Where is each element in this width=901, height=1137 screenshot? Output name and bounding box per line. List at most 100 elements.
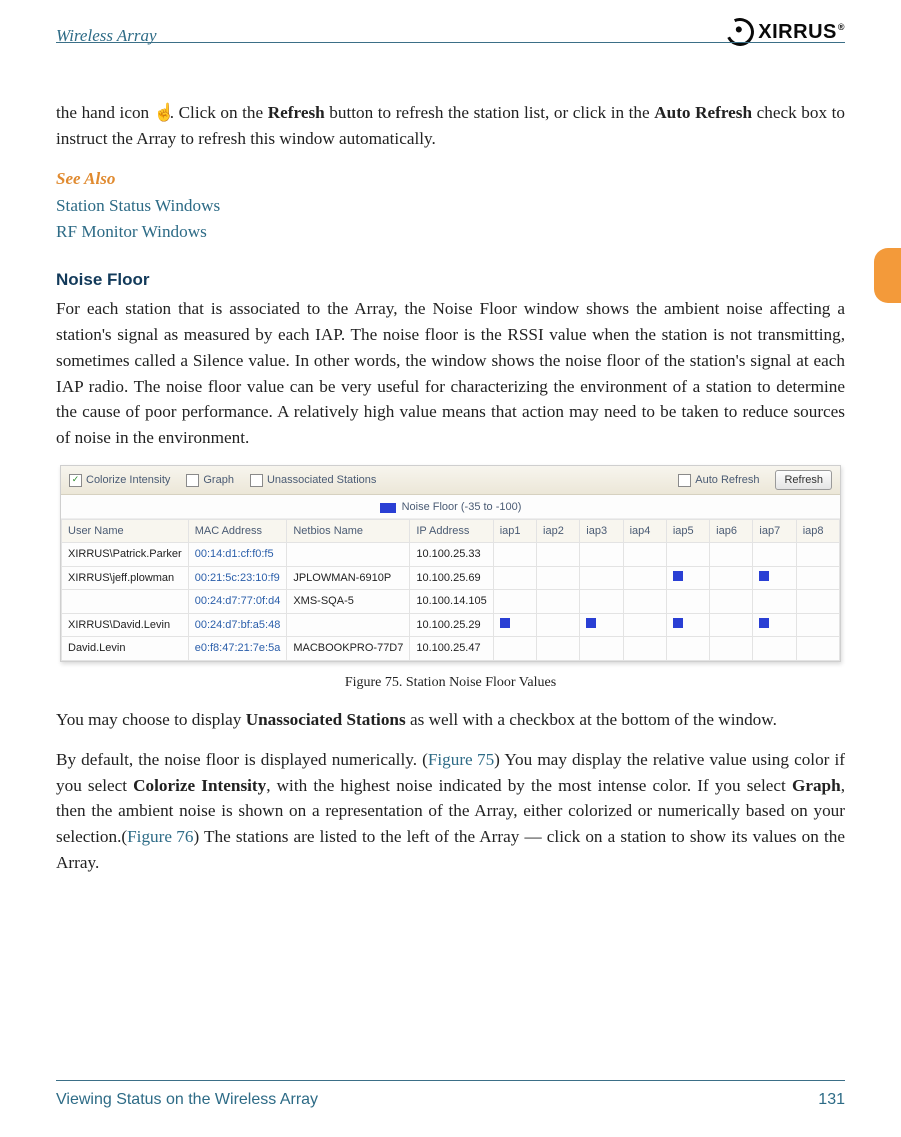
intro-paragraph: the hand icon ☝. Click on the Refresh bu… [56, 100, 845, 152]
iap-cell [580, 566, 623, 590]
cell: XIRRUS\David.Levin [62, 613, 189, 637]
noise-floor-paragraph: For each station that is associated to t… [56, 296, 845, 451]
cell: 10.100.25.33 [410, 543, 493, 567]
iap-cell [580, 543, 623, 567]
link-station-status[interactable]: Station Status Windows [56, 193, 220, 219]
iap-cell [710, 590, 753, 614]
check-colorize-intensity[interactable]: ✓Colorize Intensity [69, 472, 170, 489]
cell [287, 543, 410, 567]
cell [62, 590, 189, 614]
cell: 10.100.14.105 [410, 590, 493, 614]
iap-cell [537, 590, 580, 614]
section-tab [874, 248, 901, 303]
link-figure-75[interactable]: Figure 75 [428, 747, 494, 773]
iap-cell [753, 613, 796, 637]
iap-cell [537, 543, 580, 567]
doc-title: Wireless Array [56, 26, 157, 46]
iap-cell [623, 637, 666, 661]
footer-section-title: Viewing Status on the Wireless Array [56, 1091, 318, 1109]
iap-cell [666, 543, 709, 567]
iap-cell [796, 566, 839, 590]
cell: JPLOWMAN-6910P [287, 566, 410, 590]
check-auto-refresh[interactable]: Auto Refresh [678, 472, 759, 489]
col-iap2[interactable]: iap2 [537, 519, 580, 543]
noise-floor-legend: Noise Floor (-35 to -100) [61, 495, 840, 519]
cell: 10.100.25.69 [410, 566, 493, 590]
iap-cell [796, 543, 839, 567]
cell: XIRRUS\jeff.plowman [62, 566, 189, 590]
col-iap4[interactable]: iap4 [623, 519, 666, 543]
noise-floor-table: User Name MAC Address Netbios Name IP Ad… [61, 519, 840, 661]
noise-marker-icon [673, 571, 683, 581]
col-ip-address[interactable]: IP Address [410, 519, 493, 543]
iap-cell [623, 613, 666, 637]
cell: David.Levin [62, 637, 189, 661]
iap-cell [710, 543, 753, 567]
iap-cell [493, 543, 536, 567]
noise-marker-icon [673, 618, 683, 628]
iap-cell [537, 566, 580, 590]
cell: 10.100.25.29 [410, 613, 493, 637]
mac-link[interactable]: 00:24:d7:77:0f:d4 [188, 590, 287, 614]
iap-cell [580, 613, 623, 637]
cell: XMS-SQA-5 [287, 590, 410, 614]
section-heading-noise-floor: Noise Floor [56, 267, 845, 293]
check-unassociated-stations[interactable]: Unassociated Stations [250, 472, 376, 489]
iap-cell [796, 637, 839, 661]
iap-cell [753, 637, 796, 661]
col-user-name[interactable]: User Name [62, 519, 189, 543]
brand-name: XIRRUS® [758, 21, 845, 44]
noise-marker-icon [586, 618, 596, 628]
col-mac-address[interactable]: MAC Address [188, 519, 287, 543]
iap-cell [666, 590, 709, 614]
mac-link[interactable]: e0:f8:47:21:7e:5a [188, 637, 287, 661]
unassoc-paragraph: You may choose to display Unassociated S… [56, 707, 845, 733]
iap-cell [623, 543, 666, 567]
iap-cell [493, 613, 536, 637]
noise-marker-icon [759, 571, 769, 581]
col-iap1[interactable]: iap1 [493, 519, 536, 543]
iap-cell [666, 613, 709, 637]
col-netbios-name[interactable]: Netbios Name [287, 519, 410, 543]
iap-cell [493, 590, 536, 614]
cell: 10.100.25.47 [410, 637, 493, 661]
footer-rule [56, 1080, 845, 1081]
col-iap6[interactable]: iap6 [710, 519, 753, 543]
table-row: David.Levine0:f8:47:21:7e:5aMACBOOKPRO-7… [62, 637, 840, 661]
link-figure-76[interactable]: Figure 76 [127, 824, 193, 850]
iap-cell [710, 613, 753, 637]
col-iap7[interactable]: iap7 [753, 519, 796, 543]
table-row: XIRRUS\David.Levin00:24:d7:bf:a5:48 10.10… [62, 613, 840, 637]
iap-cell [753, 543, 796, 567]
col-iap8[interactable]: iap8 [796, 519, 839, 543]
iap-cell [710, 566, 753, 590]
cell: XIRRUS\Patrick.Parker [62, 543, 189, 567]
col-iap3[interactable]: iap3 [580, 519, 623, 543]
iap-cell [796, 590, 839, 614]
display-options-paragraph: By default, the noise floor is displayed… [56, 747, 845, 876]
header-rule [56, 42, 845, 43]
iap-cell [623, 590, 666, 614]
ui-toolbar: ✓Colorize Intensity Graph Unassociated S… [61, 466, 840, 496]
link-rf-monitor[interactable]: RF Monitor Windows [56, 219, 207, 245]
cell: MACBOOKPRO-77D7 [287, 637, 410, 661]
mac-link[interactable]: 00:21:5c:23:10:f9 [188, 566, 287, 590]
iap-cell [753, 566, 796, 590]
check-graph[interactable]: Graph [186, 472, 234, 489]
iap-cell [493, 566, 536, 590]
mac-link[interactable]: 00:24:d7:bf:a5:48 [188, 613, 287, 637]
col-iap5[interactable]: iap5 [666, 519, 709, 543]
see-also-heading: See Also [56, 166, 845, 192]
iap-cell [796, 613, 839, 637]
xirrus-icon [722, 14, 758, 50]
noise-marker-icon [500, 618, 510, 628]
refresh-button[interactable]: Refresh [775, 470, 832, 491]
hand-icon: ☝ [154, 100, 170, 126]
figure-caption-75: Figure 75. Station Noise Floor Values [56, 672, 845, 693]
iap-cell [710, 637, 753, 661]
iap-cell [580, 590, 623, 614]
iap-cell [666, 566, 709, 590]
table-row: XIRRUS\Patrick.Parker00:14:d1:cf:f0:f5 10… [62, 543, 840, 567]
mac-link[interactable]: 00:14:d1:cf:f0:f5 [188, 543, 287, 567]
iap-cell [623, 566, 666, 590]
